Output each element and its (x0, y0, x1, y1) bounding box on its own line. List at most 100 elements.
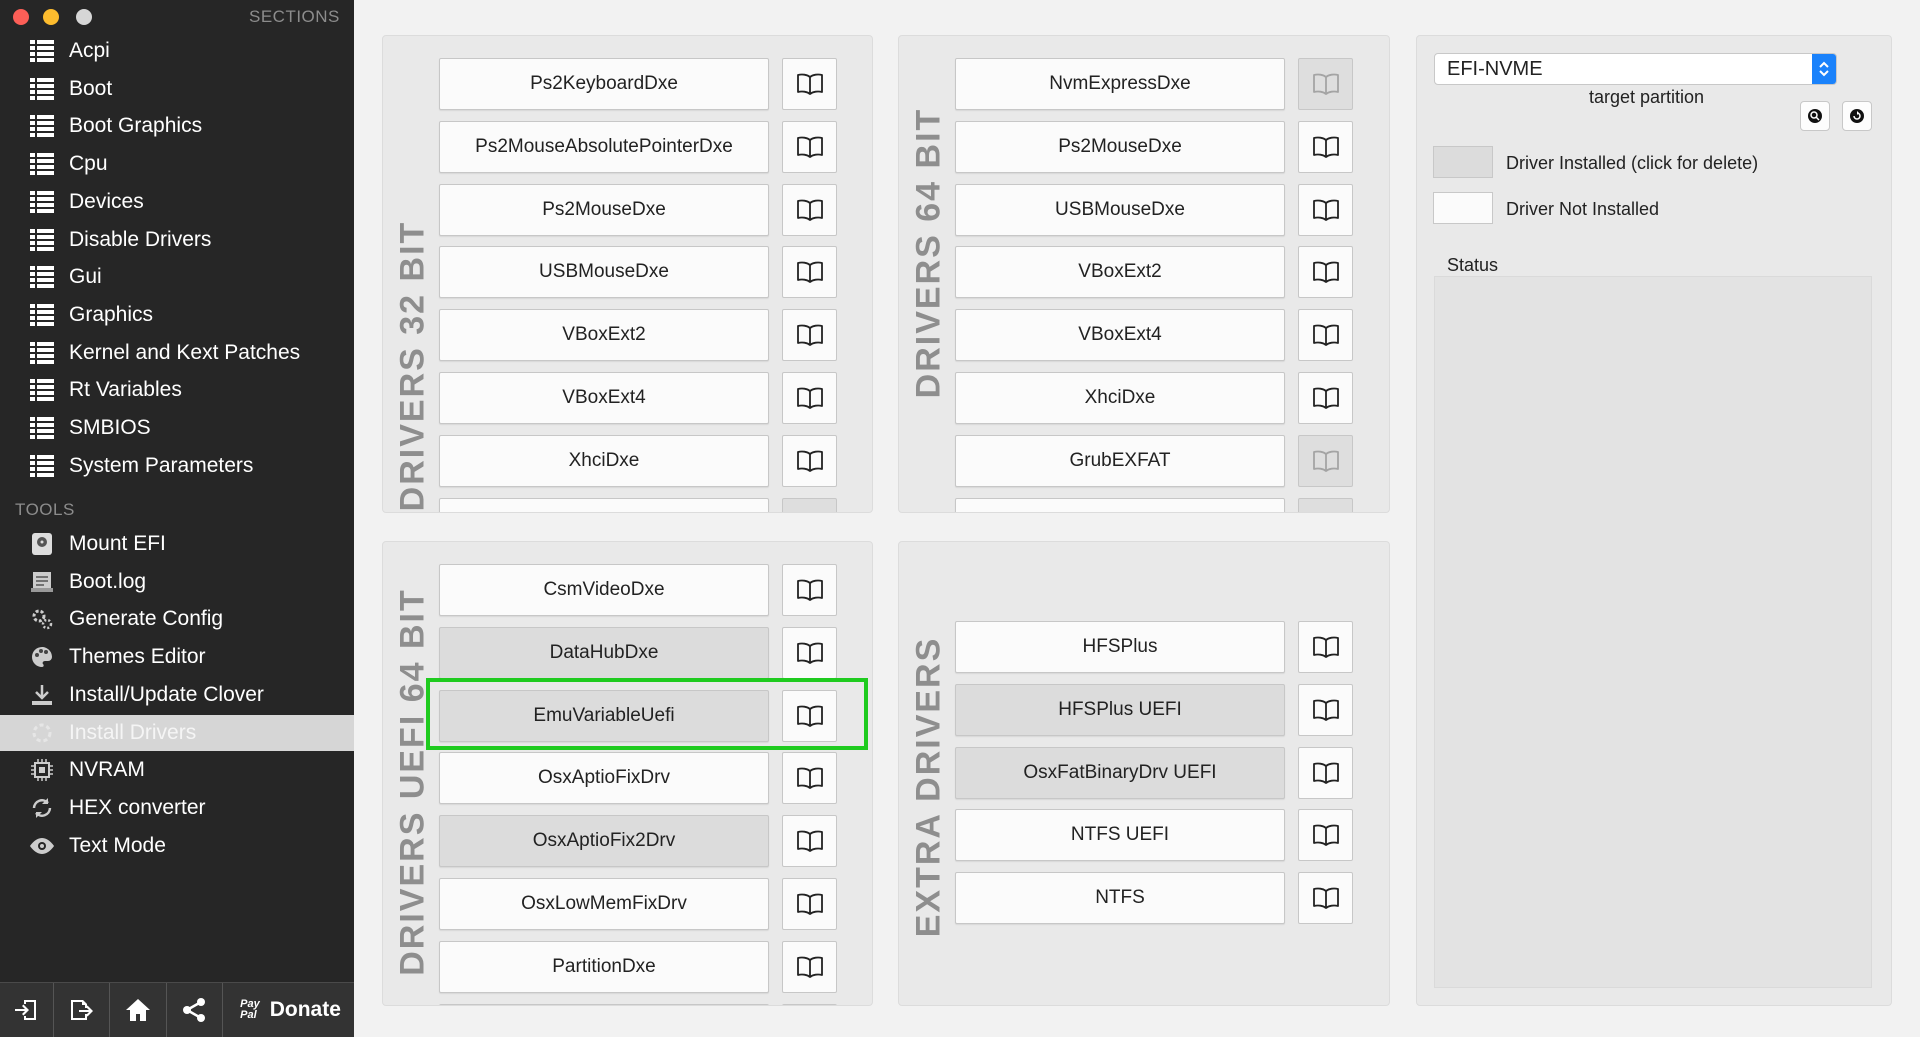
driver-button-osxfatbinarydrv-uefi[interactable]: OsxFatBinaryDrv UEFI (955, 746, 1285, 799)
driver-button-usbmousedxe[interactable]: USBMouseDxe (439, 246, 769, 299)
driver-button-csmvideodxe[interactable]: CsmVideoDxe (439, 564, 769, 616)
driver-info-button (782, 1003, 837, 1005)
driver-button-ntfs[interactable]: NTFS (955, 872, 1285, 925)
list-icon (29, 189, 55, 215)
driver-button-hfsplus-uefi[interactable]: HFSPlus UEFI (955, 683, 1285, 736)
sidebar-item-text-mode[interactable]: Text Mode (0, 828, 354, 864)
driver-info-button[interactable] (782, 120, 837, 173)
driver-info-button[interactable] (1298, 746, 1353, 799)
sidebar-item-acpi[interactable]: Acpi (0, 33, 354, 69)
driver-button-ps2mousedxe[interactable]: Ps2MouseDxe (439, 183, 769, 236)
sidebar-item-label: Cpu (69, 152, 108, 176)
driver-info-button[interactable] (1298, 246, 1353, 299)
driver-button-osxaptiofixdrv[interactable]: OsxAptioFixDrv (439, 752, 769, 805)
sidebar-item-gui[interactable]: Gui (0, 259, 354, 295)
driver-button-xhcidxe[interactable]: XhciDxe (439, 434, 769, 487)
driver-info-button[interactable] (1298, 621, 1353, 673)
sidebar-item-nvram[interactable]: NVRAM (0, 752, 354, 788)
driver-info-button[interactable] (782, 878, 837, 930)
sidebar-item-themes-editor[interactable]: Themes Editor (0, 639, 354, 675)
driver-button-usbmousedxe[interactable]: USBMouseDxe (955, 183, 1285, 236)
driver-button-emuvariableuefi[interactable]: EmuVariableUefi (439, 689, 769, 742)
driver-button-partitiondxe[interactable]: PartitionDxe (439, 940, 769, 993)
sidebar-item-smbios[interactable]: SMBIOS (0, 410, 354, 446)
sidebar-item-cpu[interactable]: Cpu (0, 146, 354, 182)
export-button[interactable] (54, 983, 111, 1037)
installed-legend-label: Driver Installed (click for delete) (1506, 153, 1759, 173)
driver-button-nvmexpressdxe[interactable]: NvmExpressDxe (955, 58, 1285, 110)
driver-button-ntfs-uefi[interactable]: NTFS UEFI (955, 809, 1285, 862)
sidebar-item-kernel-and-kext-patches[interactable]: Kernel and Kext Patches (0, 335, 354, 371)
driver-info-button[interactable] (782, 58, 837, 110)
book-icon (796, 642, 823, 664)
sidebar-item-hex-converter[interactable]: HEX converter (0, 790, 354, 826)
book-icon (1312, 762, 1339, 784)
driver-info-button[interactable] (782, 372, 837, 424)
driver-info-button[interactable] (782, 689, 837, 742)
driver-button-ps2mousedxe[interactable]: Ps2MouseDxe (955, 120, 1285, 173)
sidebar-item-mount-efi[interactable]: Mount EFI (0, 526, 354, 562)
driver-info-button[interactable] (782, 815, 837, 868)
import-button[interactable] (0, 983, 54, 1037)
driver-info-button (1298, 497, 1353, 512)
driver-info-button[interactable] (1298, 683, 1353, 736)
driver-info-button[interactable] (782, 564, 837, 616)
window-zoom-button[interactable] (76, 9, 92, 25)
driver-button-vboxext2[interactable]: VBoxExt2 (955, 246, 1285, 299)
sidebar-item-install-drivers[interactable]: Install Drivers (0, 714, 354, 751)
driver-button-clipped[interactable] (955, 497, 1285, 512)
driver-info-button[interactable] (1298, 309, 1353, 362)
sidebar-item-label: Acpi (69, 39, 110, 62)
book-icon (796, 830, 823, 853)
driver-button-clipped[interactable] (439, 1003, 769, 1005)
book-icon (1312, 73, 1339, 95)
driver-info-button[interactable] (1298, 183, 1353, 236)
book-icon (796, 387, 823, 409)
refresh-partition-button[interactable] (1842, 101, 1872, 131)
driver-info-button[interactable] (782, 626, 837, 679)
window-minimize-button[interactable] (43, 9, 59, 25)
driver-info-button[interactable] (1298, 872, 1353, 925)
driver-info-button[interactable] (782, 183, 837, 236)
home-button[interactable] (110, 983, 167, 1037)
sidebar-item-boot-graphics[interactable]: Boot Graphics (0, 108, 354, 144)
driver-button-xhcidxe[interactable]: XhciDxe (955, 372, 1285, 424)
eye-icon (29, 833, 55, 859)
driver-info-button[interactable] (782, 434, 837, 487)
driver-button-osxaptiofix2drv[interactable]: OsxAptioFix2Drv (439, 815, 769, 868)
partition-select[interactable]: EFI-NVME (1434, 53, 1837, 85)
sidebar-item-generate-config[interactable]: Generate Config (0, 601, 354, 637)
driver-info-button[interactable] (1298, 120, 1353, 173)
sidebar-item-boot[interactable]: Boot (0, 71, 354, 107)
driver-info-button[interactable] (1298, 809, 1353, 862)
driver-info-button[interactable] (1298, 372, 1353, 424)
book-icon (796, 324, 823, 347)
search-partition-button[interactable] (1800, 101, 1830, 131)
driver-button-osxlowmemfixdrv[interactable]: OsxLowMemFixDrv (439, 878, 769, 930)
share-button[interactable] (167, 983, 224, 1037)
driver-button-datahubdxe[interactable]: DataHubDxe (439, 626, 769, 679)
donate-button[interactable]: Pay Pal Donate (223, 983, 354, 1037)
sidebar-item-system-parameters[interactable]: System Parameters (0, 448, 354, 484)
sidebar-item-install-update-clover[interactable]: Install/Update Clover (0, 677, 354, 713)
sidebar-item-devices[interactable]: Devices (0, 184, 354, 220)
sidebar-item-disable-drivers[interactable]: Disable Drivers (0, 222, 354, 258)
driver-button-vboxext2[interactable]: VBoxExt2 (439, 309, 769, 362)
sidebar-item-rt-variables[interactable]: Rt Variables (0, 372, 354, 408)
sidebar-item-graphics[interactable]: Graphics (0, 297, 354, 333)
window-close-button[interactable] (13, 9, 29, 25)
driver-button-hfsplus[interactable]: HFSPlus (955, 621, 1285, 673)
driver-button-clipped[interactable] (439, 497, 769, 512)
driver-button-vboxext4[interactable]: VBoxExt4 (439, 372, 769, 424)
driver-button-ps2keyboarddxe[interactable]: Ps2KeyboardDxe (439, 58, 769, 110)
driver-button-ps2mouseabsolutepointerdxe[interactable]: Ps2MouseAbsolutePointerDxe (439, 120, 769, 173)
sidebar-item-boot-log[interactable]: Boot.log (0, 564, 354, 600)
driver-button-grubexfat[interactable]: GrubEXFAT (955, 434, 1285, 487)
export-icon (71, 1000, 94, 1020)
driver-info-button[interactable] (782, 752, 837, 805)
driver-info-button[interactable] (782, 309, 837, 362)
driver-info-button[interactable] (782, 246, 837, 299)
not-installed-legend-swatch (1433, 192, 1493, 224)
driver-button-vboxext4[interactable]: VBoxExt4 (955, 309, 1285, 362)
driver-info-button[interactable] (782, 940, 837, 993)
